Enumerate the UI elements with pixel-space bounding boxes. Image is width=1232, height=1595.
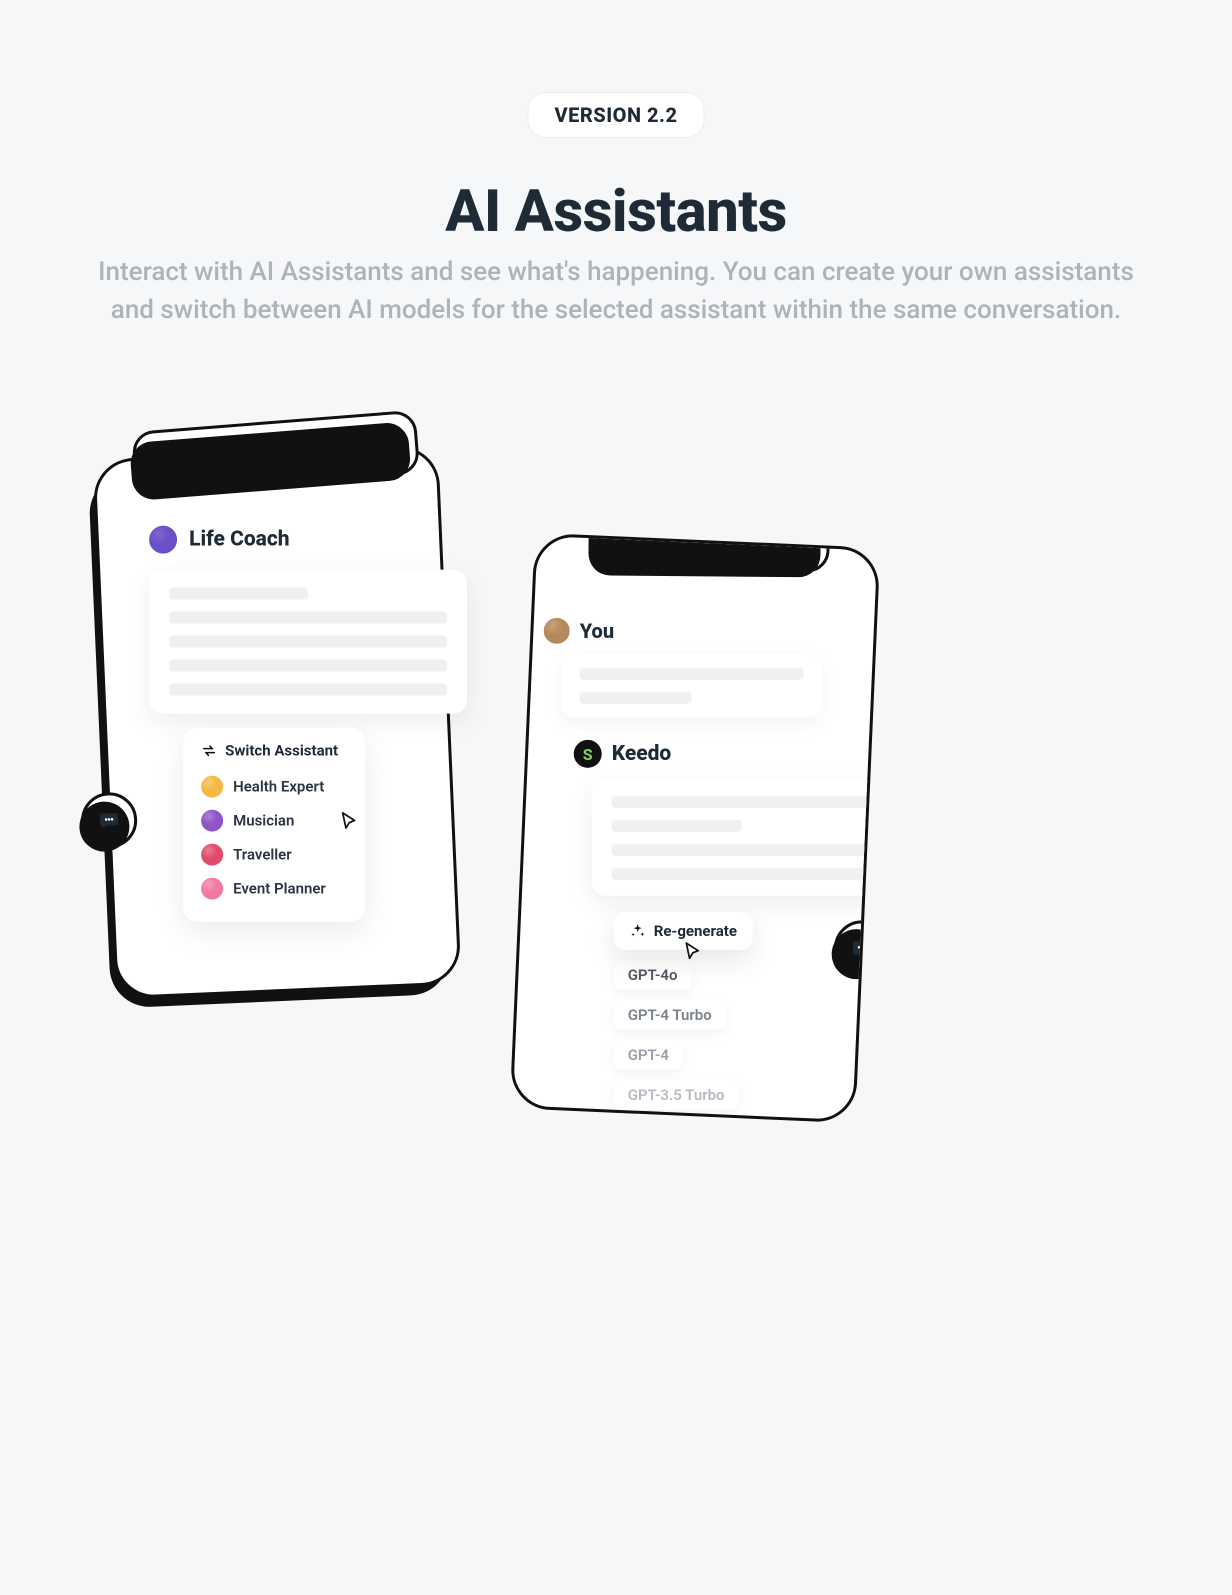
assistant-option-label: Health Expert [233,778,324,796]
page-title: AI Assistants [0,178,1232,246]
assistant-avatar [201,810,223,832]
assistant-option-label: Traveller [233,846,292,864]
assistant-option[interactable]: Traveller [201,838,347,872]
assistant-avatar [201,844,223,866]
switch-assistant-card: Switch assistant Life Coach [92,445,461,1000]
switch-assistant-tag: Switch assistant [131,410,420,496]
assistant-option[interactable]: Health Expert [201,770,347,804]
regenerate-tag-label: Re-generate [656,533,802,555]
version-badge: VERSION 2.2 [527,92,704,138]
assistant-option-label: Musician [233,812,294,830]
model-option[interactable]: GPT-3.5 Turbo [614,1080,739,1110]
model-option[interactable]: GPT-4 Turbo [614,1000,726,1030]
sparkle-icon [618,533,644,552]
regenerate-button[interactable]: Re-generate [614,912,753,950]
user-label: You [580,619,614,643]
model-list: GPT-4oGPT-4 TurboGPT-4GPT-3.5 TurboOpusS… [614,960,881,1123]
assistant-avatar [201,878,223,900]
chat-icon [97,808,122,833]
assistant-option[interactable]: Musician [201,804,347,838]
regenerate-button-label: Re-generate [654,922,737,940]
cursor-icon [679,940,705,966]
user-header: You [544,618,881,644]
user-message-placeholder [562,654,822,718]
page-subtitle: Interact with AI Assistants and see what… [90,254,1142,329]
swap-icon [201,743,217,759]
chat-icon [849,936,874,961]
sparkle-icon [630,923,646,939]
switch-menu-label: Switch Assistant [225,742,338,760]
swap-icon [160,447,188,475]
user-avatar [544,618,570,644]
regenerate-tag: Re-generate [591,533,829,573]
switch-assistant-menu[interactable]: Switch Assistant Health Expert Musician Tr… [183,728,365,922]
assistant-option-label: Event Planner [233,880,326,898]
current-assistant-header: Life Coach [149,526,467,554]
bot-message-placeholder [592,780,881,896]
assistant-option[interactable]: Event Planner [201,872,347,906]
bot-header: S Keedo [574,740,881,768]
current-assistant-name: Life Coach [189,528,290,552]
keedo-avatar: S [574,740,602,768]
current-assistant-avatar [149,526,177,554]
assistant-avatar [201,776,223,798]
bot-label: Keedo [612,742,672,766]
cursor-icon [335,810,361,836]
model-option[interactable]: Opus [614,1120,677,1123]
regenerate-card: Re-generate You S Keedo [510,533,881,1124]
model-option[interactable]: GPT-4 [614,1040,683,1070]
chat-bubble-decoration [80,791,138,849]
switch-assistant-menu-header: Switch Assistant [201,742,347,760]
message-placeholder [149,570,467,714]
